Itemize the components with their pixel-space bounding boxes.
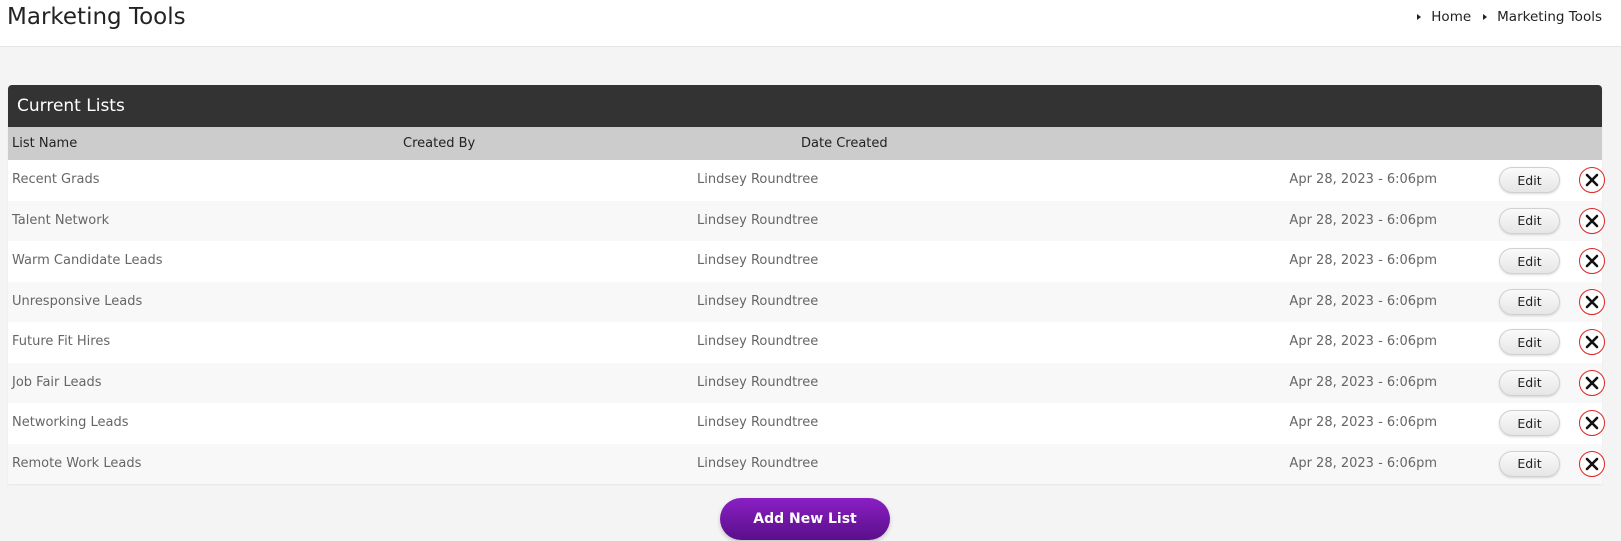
close-circle-icon bbox=[1585, 214, 1599, 227]
add-new-list-button[interactable]: Add New List bbox=[720, 498, 890, 540]
table-header: List Name Created By Date Created bbox=[8, 127, 1602, 160]
list-date-created: Apr 28, 2023 - 6:06pm bbox=[1289, 253, 1437, 268]
edit-list-button[interactable]: Edit bbox=[1499, 248, 1560, 274]
list-created-by: Lindsey Roundtree bbox=[697, 253, 819, 268]
list-name: Talent Network bbox=[12, 212, 110, 228]
list-created-by: Lindsey Roundtree bbox=[697, 212, 819, 228]
close-circle-icon bbox=[1585, 457, 1599, 470]
list-date-created: Apr 28, 2023 - 6:06pm bbox=[1289, 212, 1437, 228]
edit-list-button[interactable]: Edit bbox=[1499, 450, 1560, 477]
list-date-created: Apr 28, 2023 - 6:06pm bbox=[1289, 293, 1437, 309]
close-circle-icon bbox=[1585, 376, 1599, 389]
breadcrumb-item-home[interactable]: Home bbox=[1405, 9, 1471, 25]
delete-list-button[interactable] bbox=[1579, 248, 1605, 274]
edit-list-button[interactable]: Edit bbox=[1499, 369, 1560, 396]
close-circle-icon bbox=[1585, 335, 1599, 349]
breadcrumb: Home Marketing Tools bbox=[1405, 9, 1602, 25]
column-header-date-created: Date Created bbox=[801, 136, 888, 151]
delete-list-button[interactable] bbox=[1579, 167, 1605, 193]
delete-list-button[interactable] bbox=[1579, 369, 1605, 396]
caret-right-icon bbox=[1417, 14, 1422, 20]
table-row: Remote Work Leads Lindsey Roundtree Apr 28… bbox=[8, 443, 1605, 484]
list-name: Future Fit Hires bbox=[12, 334, 111, 349]
table-row: Talent Network Lindsey Roundtree Apr 28, 2… bbox=[8, 200, 1605, 241]
delete-list-button[interactable] bbox=[1579, 450, 1605, 477]
current-lists-panel: Current Lists List Name Created By Date … bbox=[8, 85, 1605, 484]
breadcrumb-item-current: Marketing Tools bbox=[1471, 9, 1602, 25]
edit-list-button[interactable]: Edit bbox=[1499, 167, 1560, 193]
delete-list-button[interactable] bbox=[1579, 207, 1605, 234]
edit-list-button[interactable]: Edit bbox=[1499, 207, 1560, 234]
table-row: Job Fair Leads Lindsey Roundtree Apr 28, 2… bbox=[8, 362, 1605, 403]
list-created-by: Lindsey Roundtree bbox=[697, 334, 819, 349]
delete-list-button[interactable] bbox=[1579, 329, 1605, 355]
top-bar: Marketing Tools Home Marketing Tools bbox=[0, 0, 1621, 47]
table-row: Unresponsive Leads Lindsey Roundtree Apr 2… bbox=[8, 281, 1605, 322]
edit-list-button[interactable]: Edit bbox=[1499, 288, 1560, 315]
list-name: Job Fair Leads bbox=[12, 374, 102, 390]
breadcrumb-current-label: Marketing Tools bbox=[1497, 9, 1602, 25]
list-date-created: Apr 28, 2023 - 6:06pm bbox=[1289, 374, 1437, 390]
table-row: Warm Candidate Leads Lindsey Roundtree Apr… bbox=[8, 241, 1605, 282]
list-name: Remote Work Leads bbox=[12, 455, 142, 471]
list-date-created: Apr 28, 2023 - 6:06pm bbox=[1289, 334, 1437, 349]
close-circle-icon bbox=[1585, 416, 1599, 430]
list-name: Unresponsive Leads bbox=[12, 293, 143, 309]
list-created-by: Lindsey Roundtree bbox=[697, 374, 819, 390]
edit-list-button[interactable]: Edit bbox=[1499, 410, 1560, 436]
list-created-by: Lindsey Roundtree bbox=[697, 172, 819, 187]
list-date-created: Apr 28, 2023 - 6:06pm bbox=[1289, 455, 1437, 471]
close-circle-icon bbox=[1585, 295, 1599, 308]
delete-list-button[interactable] bbox=[1579, 288, 1605, 315]
column-header-list-name: List Name bbox=[12, 136, 78, 151]
list-date-created: Apr 28, 2023 - 6:06pm bbox=[1289, 172, 1437, 187]
list-created-by: Lindsey Roundtree bbox=[697, 293, 819, 309]
caret-right-icon bbox=[1483, 14, 1488, 20]
list-name: Warm Candidate Leads bbox=[12, 253, 163, 268]
lists-table-body: Recent Grads Lindsey Roundtree Apr 28, 202… bbox=[8, 160, 1605, 484]
table-row: Recent Grads Lindsey Roundtree Apr 28, 202… bbox=[8, 160, 1605, 201]
column-header-created-by: Created By bbox=[403, 136, 476, 151]
page-title: Marketing Tools bbox=[7, 4, 186, 30]
list-date-created: Apr 28, 2023 - 6:06pm bbox=[1289, 415, 1437, 430]
list-name: Networking Leads bbox=[12, 415, 129, 430]
list-name: Recent Grads bbox=[12, 172, 100, 187]
panel-title: Current Lists bbox=[8, 85, 1602, 127]
delete-list-button[interactable] bbox=[1579, 410, 1605, 436]
list-created-by: Lindsey Roundtree bbox=[697, 455, 819, 471]
list-created-by: Lindsey Roundtree bbox=[697, 415, 819, 430]
breadcrumb-link-home[interactable]: Home bbox=[1431, 9, 1471, 25]
close-circle-icon bbox=[1585, 173, 1599, 187]
table-row: Future Fit Hires Lindsey Roundtree Apr 28,… bbox=[8, 322, 1605, 363]
edit-list-button[interactable]: Edit bbox=[1499, 329, 1560, 355]
close-circle-icon bbox=[1585, 254, 1599, 268]
table-row: Networking Leads Lindsey Roundtree Apr 28,… bbox=[8, 403, 1605, 444]
